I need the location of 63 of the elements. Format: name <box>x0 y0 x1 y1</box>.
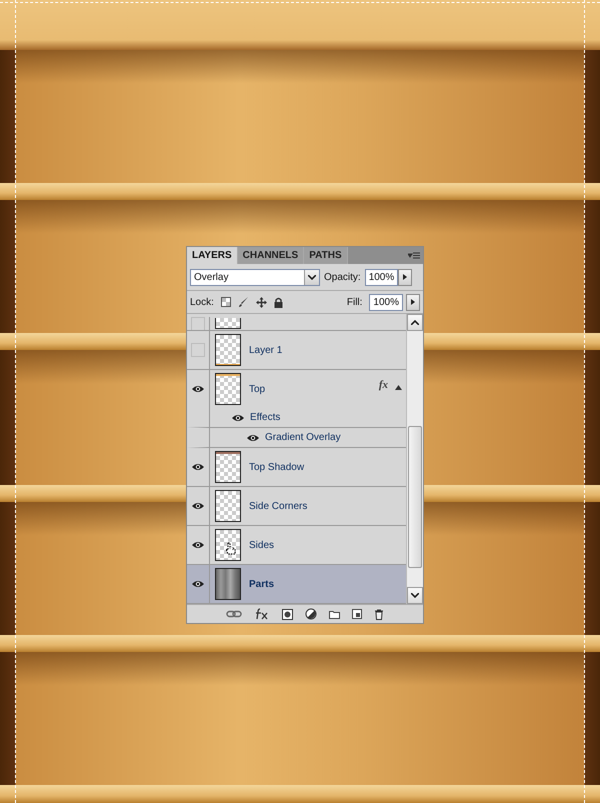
lock-icon[interactable] <box>274 296 283 308</box>
eye-icon[interactable] <box>191 540 205 550</box>
fill-field[interactable]: 100% <box>369 294 403 310</box>
new-layer-icon[interactable] <box>352 609 362 619</box>
fill-label: Fill: <box>346 296 362 308</box>
layer-thumbnail <box>215 318 241 329</box>
layer-name: Top Shadow <box>249 462 304 472</box>
layer-row[interactable]: Layer 1 <box>187 331 406 370</box>
layer-name: Top <box>249 384 266 394</box>
layer-thumbnail <box>215 373 241 405</box>
scrollbar[interactable] <box>406 314 423 604</box>
chevron-down-icon[interactable] <box>411 593 419 598</box>
triangle-right-icon <box>411 299 415 305</box>
layer-row[interactable] <box>187 317 406 331</box>
adjustment-icon[interactable] <box>305 608 317 620</box>
layer-thumbnail <box>215 568 241 600</box>
folder-icon[interactable] <box>329 610 340 618</box>
visibility-toggle[interactable] <box>191 343 205 357</box>
layer-thumbnail <box>215 451 241 483</box>
effects-row[interactable]: Effects <box>187 408 406 427</box>
mask-icon[interactable] <box>282 608 293 620</box>
lock-transparent-icon[interactable] <box>220 297 231 307</box>
eye-icon[interactable] <box>231 412 245 422</box>
eye-icon[interactable] <box>191 384 205 394</box>
layer-row[interactable]: Parts <box>187 565 406 604</box>
layer-row[interactable]: Top Shadow <box>187 448 406 487</box>
panel-tab[interactable]: CHANNELS <box>238 247 304 264</box>
eye-icon[interactable] <box>191 462 205 472</box>
fill-slider-button[interactable] <box>406 294 420 310</box>
eye-icon[interactable] <box>191 579 205 589</box>
layer-row[interactable]: Side Corners <box>187 487 406 526</box>
layer-name: Sides <box>249 540 274 550</box>
move-icon[interactable] <box>256 296 267 308</box>
brush-icon[interactable] <box>238 296 249 308</box>
effect-row[interactable]: Gradient Overlay <box>187 427 406 448</box>
opacity-field[interactable]: 100% <box>364 268 398 286</box>
layer-thumbnail <box>215 490 241 522</box>
fx-icon[interactable] <box>254 608 270 620</box>
opacity-label: Opacity: <box>324 272 361 282</box>
chevron-down-icon <box>308 274 316 280</box>
panel-tab[interactable]: LAYERS <box>187 247 238 264</box>
collapse-triangle-icon[interactable] <box>395 385 402 390</box>
panel-menu-icon[interactable] <box>408 252 420 260</box>
triangle-right-icon <box>403 274 408 280</box>
effects-label: Effects <box>250 412 280 423</box>
trash-icon[interactable] <box>374 608 384 620</box>
visibility-toggle[interactable] <box>191 317 205 330</box>
layer-name: Parts <box>249 578 274 590</box>
layer-name: Side Corners <box>249 500 308 512</box>
opacity-slider-button[interactable] <box>398 268 412 286</box>
blend-mode-dropdown[interactable]: Overlay <box>190 268 320 286</box>
chevron-up-icon[interactable] <box>411 320 419 325</box>
layer-name: Layer 1 <box>249 344 282 356</box>
layer-row[interactable]: Top fx <box>187 370 406 408</box>
lock-label: Lock: <box>190 296 214 308</box>
eye-icon[interactable] <box>246 432 260 442</box>
eye-icon[interactable] <box>191 501 205 511</box>
layer-thumbnail <box>215 334 241 366</box>
panel-tab[interactable]: PATHS <box>304 247 348 264</box>
hand-cursor-icon <box>225 542 237 556</box>
effect-name: Gradient Overlay <box>265 432 341 443</box>
link-icon[interactable] <box>226 610 242 618</box>
fx-label: fx <box>378 379 388 391</box>
